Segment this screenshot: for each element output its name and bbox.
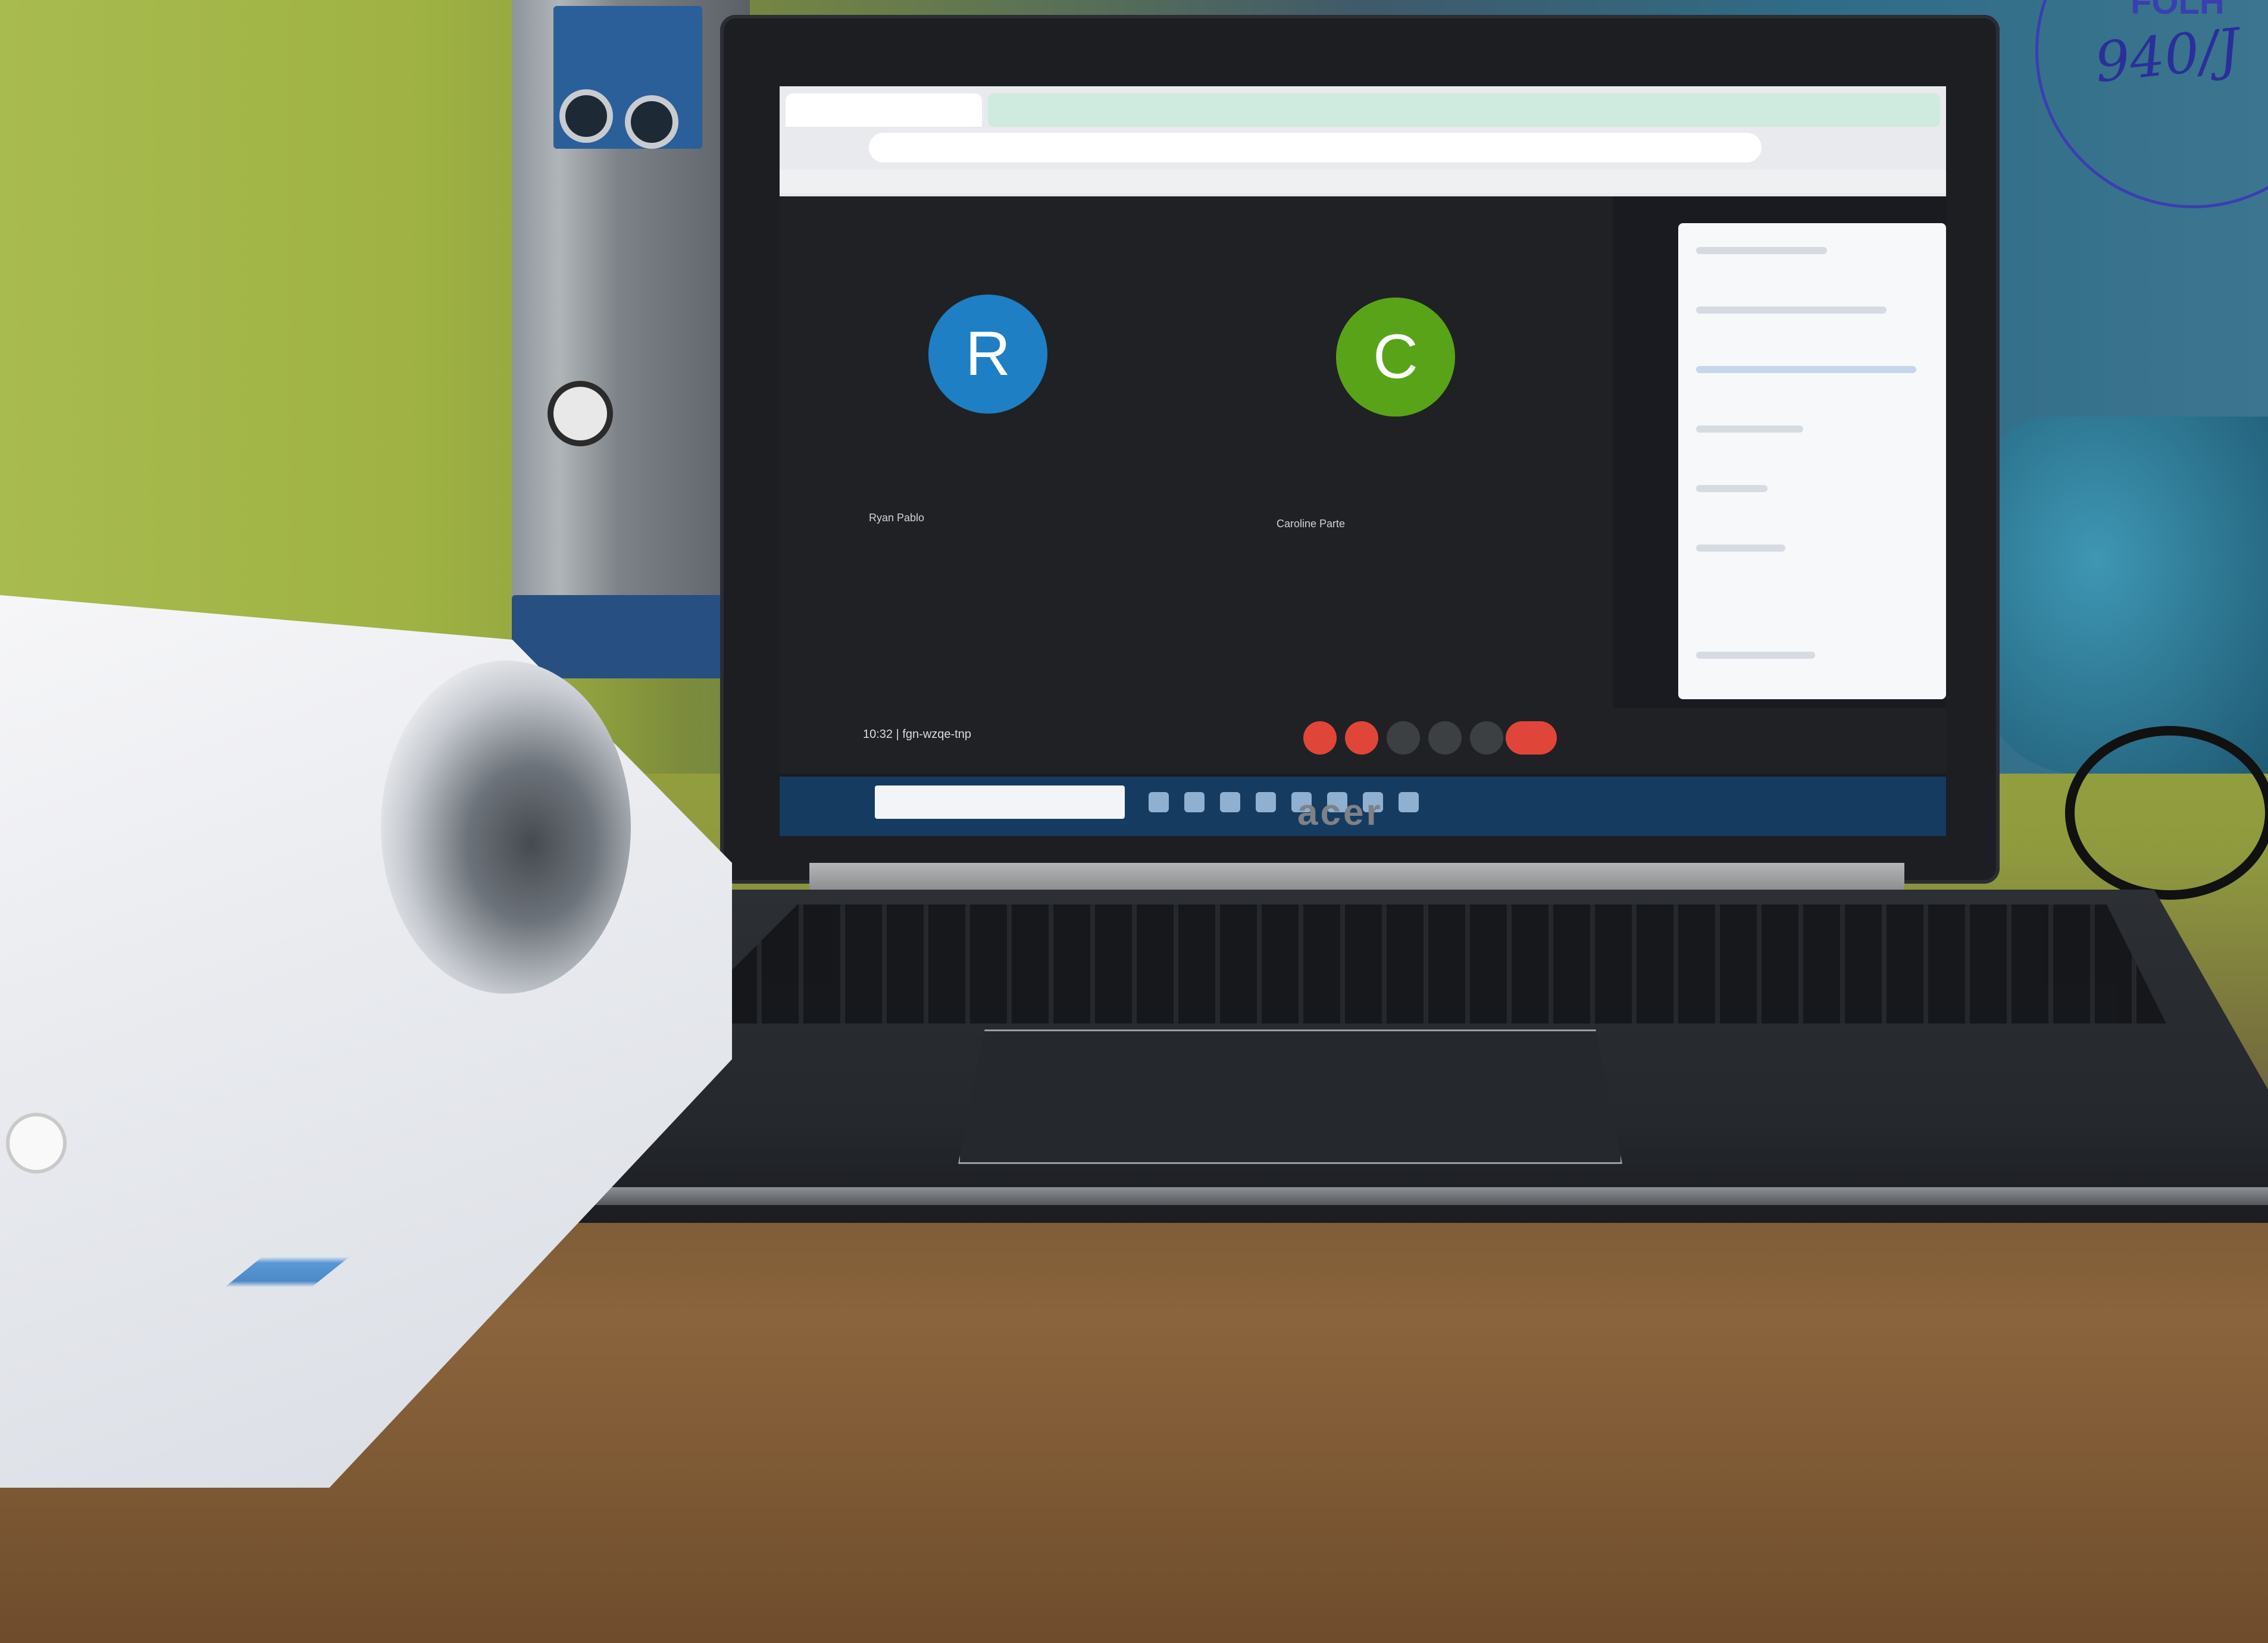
browser-tab[interactable] bbox=[786, 93, 982, 127]
end-call-button[interactable] bbox=[1506, 721, 1557, 755]
laptop-keyboard bbox=[678, 905, 2166, 1024]
participant-avatar-r: R bbox=[928, 295, 1047, 414]
participant-name: Caroline Parte bbox=[1277, 518, 1346, 530]
binder-ring-hole bbox=[559, 89, 613, 143]
blue-box bbox=[512, 595, 750, 678]
panel-text-line bbox=[1696, 485, 1768, 492]
browser-toolbar bbox=[780, 86, 1946, 196]
raise-hand-button[interactable] bbox=[1470, 721, 1503, 755]
binder-ring-hole bbox=[625, 95, 678, 149]
taskbar-search-box[interactable] bbox=[875, 785, 1125, 819]
taskbar-app-icon[interactable] bbox=[1256, 792, 1276, 812]
avatar-initial: R bbox=[965, 319, 1011, 389]
panel-text-line bbox=[1696, 544, 1785, 552]
laptop-front-edge bbox=[369, 1187, 2268, 1205]
bookmarks-bar bbox=[780, 170, 1946, 193]
participant-name: Ryan Pablo bbox=[869, 512, 925, 524]
taskbar-app-icon[interactable] bbox=[1399, 792, 1419, 812]
panel-text-line bbox=[1696, 247, 1827, 254]
address-bar[interactable] bbox=[869, 133, 1762, 162]
video-call-area: R Ryan Pablo C Caroline Parte bbox=[780, 196, 1613, 708]
meeting-details-panel bbox=[1678, 223, 1946, 699]
browser-tab-strip bbox=[988, 93, 1940, 127]
metal-shelf bbox=[512, 0, 750, 678]
present-button[interactable] bbox=[1428, 721, 1462, 755]
blue-object bbox=[1982, 417, 2268, 774]
meeting-clock: 10:32 | fgn-wzqe-tnp bbox=[863, 728, 971, 741]
taskbar-app-icon[interactable] bbox=[1184, 792, 1205, 812]
captions-button[interactable] bbox=[1387, 721, 1420, 755]
tape-roll bbox=[548, 381, 613, 446]
taskbar-app-icon[interactable] bbox=[1220, 792, 1240, 812]
laptop-lid: R Ryan Pablo C Caroline Parte 10:32 | fg… bbox=[720, 15, 2000, 884]
panel-text-line bbox=[1696, 425, 1803, 433]
taskbar-app-icon[interactable] bbox=[1149, 792, 1169, 812]
photo: R Ryan Pablo C Caroline Parte 10:32 | fg… bbox=[0, 0, 2268, 1643]
headphones-cable bbox=[2065, 726, 2268, 900]
punch-hole bbox=[6, 1113, 67, 1173]
blue-binder bbox=[553, 6, 702, 149]
avatar-initial: C bbox=[1373, 322, 1418, 392]
mic-off-button[interactable] bbox=[1303, 721, 1337, 755]
rolled-paper bbox=[381, 661, 631, 994]
panel-link-line bbox=[1696, 366, 1916, 373]
laptop-touchpad bbox=[958, 1029, 1622, 1164]
participant-avatar-c: C bbox=[1336, 298, 1455, 417]
camera-off-button[interactable] bbox=[1345, 721, 1378, 755]
laptop-brand-logo: acer bbox=[1297, 792, 1383, 833]
laptop-screen: R Ryan Pablo C Caroline Parte 10:32 | fg… bbox=[780, 86, 1946, 836]
panel-text-line bbox=[1696, 652, 1815, 659]
panel-text-line bbox=[1696, 306, 1887, 314]
